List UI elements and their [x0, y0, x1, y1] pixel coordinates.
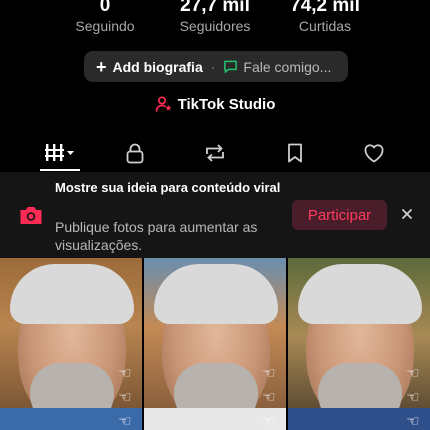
pointing-hand-icon: ☜	[406, 389, 420, 406]
video-grid: ☜ ☜ ☜ ☜ ☜ ☜ ☜ ☜ ☜	[0, 258, 430, 430]
camera-icon	[20, 207, 42, 224]
portrait-hair	[298, 264, 422, 324]
join-button[interactable]: Participar	[292, 200, 387, 230]
pointing-hand-icons: ☜ ☜ ☜	[114, 364, 136, 430]
followers-count: 27,7 mil	[180, 0, 250, 16]
banner-description: Publique fotos para aumentar as visualiz…	[55, 219, 258, 253]
pointing-hand-icon: ☜	[262, 389, 276, 406]
likes-label: Curtidas	[298, 18, 352, 34]
separator-dot: ·	[210, 58, 216, 75]
contact-label: Fale comigo...	[243, 58, 332, 75]
grid-icon	[45, 144, 74, 161]
tab-liked[interactable]	[359, 140, 389, 166]
pointing-hand-icon: ☜	[262, 365, 276, 382]
tab-favorites[interactable]	[280, 140, 310, 166]
studio-label: TikTok Studio	[177, 95, 276, 113]
followers-label: Seguidores	[179, 18, 251, 34]
video-thumbnail[interactable]: ☜ ☜ ☜	[144, 258, 286, 430]
heart-icon	[364, 144, 384, 163]
following-stat[interactable]: 0 Seguindo	[50, 0, 160, 35]
active-tab-indicator	[40, 169, 80, 171]
tab-private[interactable]	[120, 140, 150, 166]
following-label: Seguindo	[75, 18, 135, 34]
portrait-hair	[154, 264, 278, 324]
likes-stat[interactable]: 74,2 mil Curtidas	[270, 0, 380, 35]
add-bio-label: Add biografia	[112, 58, 203, 75]
tab-reposts[interactable]	[200, 140, 230, 166]
repost-icon	[206, 144, 224, 162]
video-thumbnail[interactable]: ☜ ☜ ☜	[0, 258, 142, 430]
pointing-hand-icon: ☜	[406, 413, 420, 430]
pointing-hand-icon: ☜	[118, 413, 132, 430]
tiktok-studio-link[interactable]: TikTok Studio	[0, 95, 430, 113]
close-icon[interactable]	[398, 205, 416, 223]
banner-title: Mostre sua ideia para conteúdo viral	[55, 180, 281, 195]
studio-person-icon	[155, 96, 172, 112]
profile-stats: 0 Seguindo 27,7 mil Seguidores 74,2 mil …	[0, 0, 430, 38]
portrait-hair	[10, 264, 134, 324]
video-thumbnail[interactable]: ☜ ☜ ☜	[288, 258, 430, 430]
pointing-hand-icon: ☜	[406, 365, 420, 382]
plus-icon: +	[96, 56, 107, 77]
profile-actions-pill: + Add biografia · Fale comigo...	[84, 51, 348, 82]
contact-button[interactable]: Fale comigo...	[223, 59, 331, 75]
pointing-hand-icon: ☜	[118, 365, 132, 382]
photo-campaign-banner: Mostre sua ideia para conteúdo viral Pub…	[0, 172, 430, 258]
pointing-hand-icon: ☜	[262, 413, 276, 430]
lock-icon	[126, 143, 144, 164]
pointing-hand-icons: ☜ ☜ ☜	[258, 364, 280, 430]
tab-videos[interactable]	[40, 140, 80, 166]
pointing-hand-icons: ☜ ☜ ☜	[402, 364, 424, 430]
add-bio-button[interactable]: + Add biografia	[96, 58, 203, 76]
chat-bubble-icon	[224, 60, 238, 73]
profile-tabs	[0, 134, 430, 171]
following-count: 0	[99, 0, 111, 16]
likes-count: 74,2 mil	[290, 0, 360, 16]
pointing-hand-icon: ☜	[118, 389, 132, 406]
bookmark-icon	[288, 143, 302, 163]
followers-stat[interactable]: 27,7 mil Seguidores	[160, 0, 270, 35]
